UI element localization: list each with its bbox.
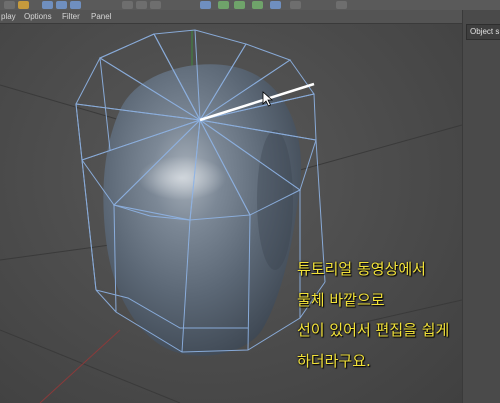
toolbar-tool-icon[interactable] — [18, 1, 29, 9]
menu-item-filter[interactable]: Filter — [62, 11, 80, 22]
subtitle-line: 튜토리얼 동영상에서 — [297, 260, 426, 278]
subtitle-line: 선이 있어서 편집을 쉽게 — [297, 321, 450, 339]
toolbar-tool-icon[interactable] — [200, 1, 211, 9]
object-manager-tab[interactable]: Object s — [466, 24, 500, 40]
toolbar-tool-icon[interactable] — [150, 1, 161, 9]
toolbar-tool-icon[interactable] — [136, 1, 147, 9]
specular-highlight — [138, 156, 226, 200]
toolbar-tool-icon[interactable] — [42, 1, 53, 9]
viewport-menubar: play Options Filter Panel — [0, 10, 462, 24]
toolbar-tool-icon[interactable] — [218, 1, 229, 9]
rim-shadow — [257, 130, 293, 270]
object-manager-tab-label: Object s — [470, 27, 500, 36]
toolbar-tool-icon[interactable] — [70, 1, 81, 9]
menu-item-options[interactable]: Options — [24, 11, 52, 22]
toolbar-tool-icon[interactable] — [56, 1, 67, 9]
3d-viewport[interactable]: 튜토리얼 동영상에서 물체 바깥으로 선이 있어서 편집을 쉽게 하더라구요. — [0, 24, 462, 403]
menu-item-panel[interactable]: Panel — [91, 11, 111, 22]
x-axis-line — [39, 329, 121, 403]
toolbar-tool-icon[interactable] — [122, 1, 133, 9]
toolbar-tool-icon[interactable] — [336, 1, 347, 9]
object-manager-panel — [462, 10, 500, 403]
toolbar-tool-icon[interactable] — [234, 1, 245, 9]
menu-item-display[interactable]: play — [1, 11, 16, 22]
toolbar-tool-icon[interactable] — [252, 1, 263, 9]
subtitle-caption: 튜토리얼 동영상에서 물체 바깥으로 선이 있어서 편집을 쉽게 하더라구요. — [297, 254, 449, 376]
toolbar-tool-icon[interactable] — [4, 1, 15, 9]
subtitle-line: 물체 바깥으로 — [297, 290, 385, 309]
toolbar-tool-icon[interactable] — [270, 1, 281, 9]
toolbar-tool-icon[interactable] — [290, 1, 301, 9]
subtitle-line: 하더라구요. — [297, 351, 371, 370]
